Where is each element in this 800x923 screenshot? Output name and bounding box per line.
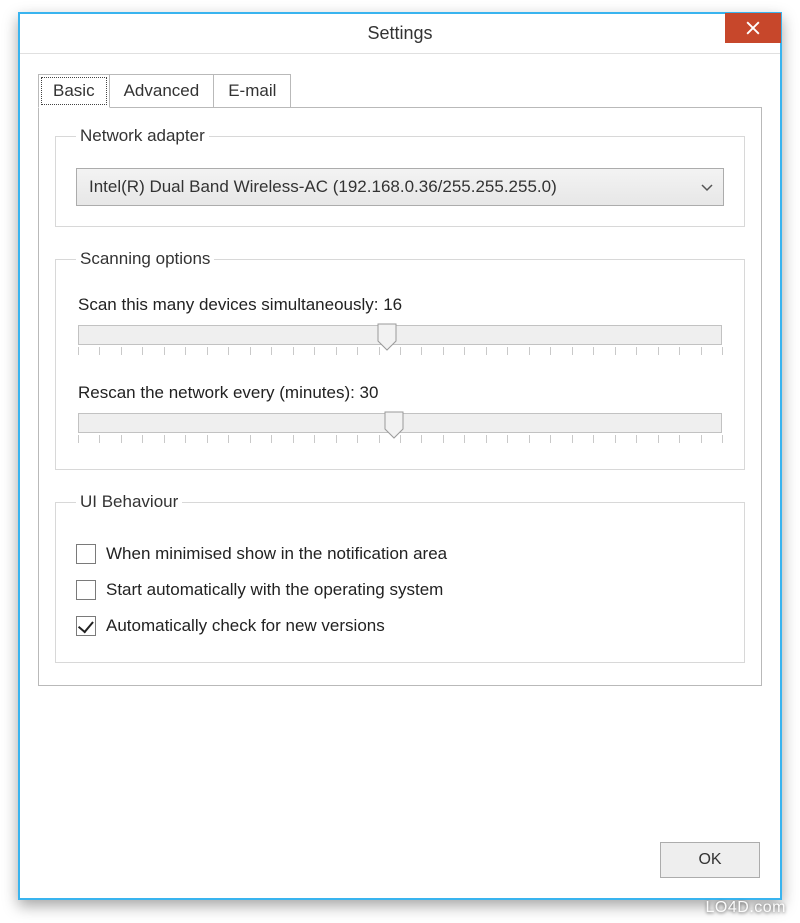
- tab-label: Basic: [53, 81, 95, 100]
- rescan-interval-slider[interactable]: [78, 413, 722, 433]
- group-legend: Network adapter: [76, 126, 209, 146]
- watermark: LO4D.com: [706, 899, 786, 917]
- group-network-adapter: Network adapter Intel(R) Dual Band Wirel…: [55, 126, 745, 227]
- checkbox[interactable]: [76, 580, 96, 600]
- autoupdate-option[interactable]: Automatically check for new versions: [76, 616, 724, 636]
- button-label: OK: [698, 851, 721, 869]
- rescan-interval-label: Rescan the network every (minutes): 30: [78, 383, 724, 403]
- autostart-option[interactable]: Start automatically with the operating s…: [76, 580, 724, 600]
- dialog-buttons: OK: [660, 842, 760, 878]
- ok-button[interactable]: OK: [660, 842, 760, 878]
- close-button[interactable]: [725, 13, 781, 43]
- checkbox[interactable]: [76, 616, 96, 636]
- close-icon: [746, 21, 760, 35]
- group-legend: Scanning options: [76, 249, 214, 269]
- network-adapter-dropdown[interactable]: Intel(R) Dual Band Wireless-AC (192.168.…: [76, 168, 724, 206]
- checkbox-label: Automatically check for new versions: [106, 616, 385, 636]
- rescan-interval-field: Rescan the network every (minutes): 30: [76, 383, 724, 445]
- group-ui-behaviour: UI Behaviour When minimised show in the …: [55, 492, 745, 663]
- slider-ticks: [78, 435, 722, 445]
- simultaneous-devices-slider[interactable]: [78, 325, 722, 345]
- window-title: Settings: [367, 23, 432, 44]
- dropdown-value: Intel(R) Dual Band Wireless-AC (192.168.…: [89, 177, 557, 197]
- tab-basic[interactable]: Basic: [38, 74, 110, 108]
- client-area: Basic Advanced E-mail Network adapter In…: [38, 72, 762, 880]
- tab-label: Advanced: [124, 81, 200, 100]
- tab-advanced[interactable]: Advanced: [109, 74, 215, 108]
- tabstrip: Basic Advanced E-mail: [38, 72, 762, 108]
- simultaneous-devices-field: Scan this many devices simultaneously: 1…: [76, 295, 724, 357]
- tab-label: E-mail: [228, 81, 276, 100]
- group-legend: UI Behaviour: [76, 492, 182, 512]
- tabpage-basic: Network adapter Intel(R) Dual Band Wirel…: [38, 107, 762, 686]
- checkbox[interactable]: [76, 544, 96, 564]
- slider-ticks: [78, 347, 722, 357]
- minimise-to-tray-option[interactable]: When minimised show in the notification …: [76, 544, 724, 564]
- titlebar: Settings: [20, 14, 780, 54]
- tab-email[interactable]: E-mail: [213, 74, 291, 108]
- chevron-down-icon: [701, 177, 713, 197]
- checkbox-label: When minimised show in the notification …: [106, 544, 447, 564]
- settings-window: Settings Basic Advanced E-mail Network a…: [18, 12, 782, 900]
- group-scanning-options: Scanning options Scan this many devices …: [55, 249, 745, 470]
- simultaneous-devices-label: Scan this many devices simultaneously: 1…: [78, 295, 724, 315]
- checkbox-label: Start automatically with the operating s…: [106, 580, 443, 600]
